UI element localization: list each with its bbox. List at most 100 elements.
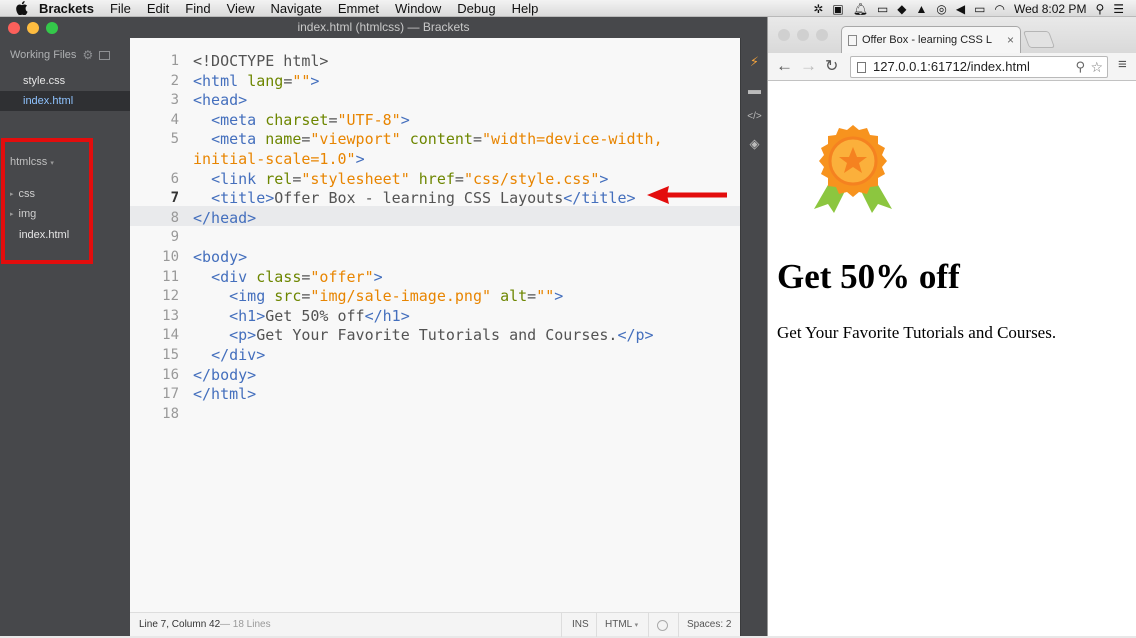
code-tags-icon[interactable]: </>: [746, 108, 763, 125]
line-number: 11: [162, 268, 179, 285]
forward-icon[interactable]: →: [800, 56, 817, 76]
zoom-window-button[interactable]: [816, 29, 828, 41]
line-number: 12: [162, 288, 179, 305]
line-count: — 18 Lines: [220, 619, 271, 630]
extension-manager-icon[interactable]: ▬: [746, 81, 763, 98]
indent-spaces[interactable]: Spaces: 2: [687, 613, 731, 637]
working-files-label: Working Files: [10, 49, 77, 61]
code-token: =: [283, 71, 293, 90]
menu-bar: Brackets File Edit Find View Navigate Em…: [0, 0, 1136, 17]
line-number: 13: [162, 307, 179, 324]
notification-bell-icon[interactable]: 🔔︎: [853, 3, 868, 15]
code-token: </div>: [211, 346, 266, 364]
browser-toolbar: ← → ↻ 127.0.0.1:61712/index.html ⚲ ☆ ≡: [768, 53, 1136, 81]
page-info-icon[interactable]: [857, 62, 866, 73]
notification-center-icon[interactable]: ☰: [1113, 3, 1124, 15]
live-preview-icon[interactable]: ⚡: [746, 53, 763, 70]
reload-icon[interactable]: ↻: [825, 56, 838, 76]
tab-title: Offer Box - learning CSS L: [862, 34, 993, 46]
zoom-icon[interactable]: ⚲: [1075, 57, 1085, 77]
menu-find[interactable]: Find: [185, 1, 210, 16]
minimize-window-button[interactable]: [27, 22, 39, 34]
brackets-window: index.html (htmlcss) — Brackets Working …: [0, 17, 767, 637]
code-token: </title>: [563, 189, 636, 208]
menu-edit[interactable]: Edit: [147, 1, 169, 16]
code-token: "width=device-width,: [482, 130, 663, 149]
code-token: >: [400, 110, 410, 129]
bookmark-star-icon[interactable]: ☆: [1090, 57, 1103, 77]
apple-icon[interactable]: [15, 1, 29, 16]
line-number: 2: [170, 72, 179, 89]
drive-icon[interactable]: ▲: [916, 3, 928, 15]
code-line: </html>: [193, 385, 256, 403]
code-line: <h1>Get 50% off</h1>: [193, 307, 410, 325]
close-tab-icon[interactable]: ×: [1007, 27, 1014, 53]
address-bar[interactable]: 127.0.0.1:61712/index.html ⚲ ☆: [850, 56, 1108, 78]
menu-file[interactable]: File: [110, 1, 131, 16]
language-select[interactable]: HTML ▾: [605, 613, 638, 637]
code-line: <html lang="">: [193, 72, 319, 90]
line-number: 14: [162, 327, 179, 344]
menu-help[interactable]: Help: [512, 1, 539, 16]
line-number: 7: [170, 190, 179, 207]
back-icon[interactable]: ←: [776, 56, 793, 76]
code-token: >: [310, 71, 320, 90]
wifi-icon[interactable]: ◠: [994, 3, 1004, 15]
code-line: <!DOCTYPE html>: [193, 52, 328, 70]
menu-icon[interactable]: ≡: [1118, 56, 1127, 73]
code-token: <title>: [211, 189, 275, 208]
browser-tab[interactable]: Offer Box - learning CSS L ×: [841, 26, 1021, 53]
code-editor[interactable]: 1 <!DOCTYPE html> 2 <html lang=""> 3 <head> 4 …: [130, 38, 740, 612]
insert-mode[interactable]: INS: [572, 613, 589, 637]
split-view-icon[interactable]: [99, 50, 111, 60]
code-token: href: [418, 169, 455, 188]
code-token: </html>: [193, 385, 257, 404]
code-token: </head>: [193, 208, 257, 227]
highlight-box: [1, 138, 93, 264]
menu-navigate[interactable]: Navigate: [271, 1, 322, 16]
code-token: charset: [265, 110, 329, 129]
minimize-window-button[interactable]: [797, 29, 809, 41]
line-number: 9: [170, 229, 179, 246]
linter-status-icon[interactable]: [657, 620, 668, 631]
menu-debug[interactable]: Debug: [457, 1, 495, 16]
page-heading: Get 50% off: [777, 257, 960, 296]
line-number: 4: [170, 111, 179, 128]
cursor-position: Line 7, Column 42: [139, 619, 221, 630]
menu-app-name[interactable]: Brackets: [39, 1, 94, 16]
code-token: <body>: [193, 248, 248, 266]
close-window-button[interactable]: [8, 22, 20, 34]
new-tab-button[interactable]: [1022, 31, 1056, 48]
code-token: "offer": [310, 267, 374, 286]
code-token: <img: [229, 287, 275, 306]
app-status-icon[interactable]: ▣: [832, 3, 843, 15]
zoom-window-button[interactable]: [46, 22, 58, 34]
code-token: "viewport": [310, 130, 401, 149]
working-file-item-active[interactable]: index.html: [0, 91, 130, 111]
clock[interactable]: Wed 8:02 PM: [1014, 2, 1086, 16]
menu-emmet[interactable]: Emmet: [338, 1, 379, 16]
code-token: <meta: [211, 130, 266, 149]
code-token: >: [355, 150, 365, 168]
dropbox-icon[interactable]: ◆: [897, 3, 906, 15]
creative-cloud-icon[interactable]: ◎: [936, 3, 946, 15]
brightness-icon[interactable]: ✲: [813, 3, 823, 15]
menu-view[interactable]: View: [227, 1, 255, 16]
volume-icon[interactable]: ◀: [956, 3, 965, 15]
battery-icon[interactable]: ▭: [974, 3, 985, 15]
spotlight-search-icon[interactable]: ⚲: [1095, 3, 1104, 15]
gear-icon[interactable]: ⚙: [82, 48, 93, 62]
menu-window[interactable]: Window: [395, 1, 441, 16]
code-line: </div>: [193, 346, 265, 364]
code-token: Get Your Favorite Tutorials and Courses.: [256, 326, 618, 345]
code-token: >: [599, 169, 609, 188]
layers-icon[interactable]: ◈: [746, 135, 763, 152]
screen-icon[interactable]: ▭: [877, 3, 888, 15]
working-file-item[interactable]: style.css: [0, 71, 130, 91]
code-token: >: [554, 287, 564, 306]
close-window-button[interactable]: [778, 29, 790, 41]
code-token: "UTF-8": [337, 110, 401, 129]
